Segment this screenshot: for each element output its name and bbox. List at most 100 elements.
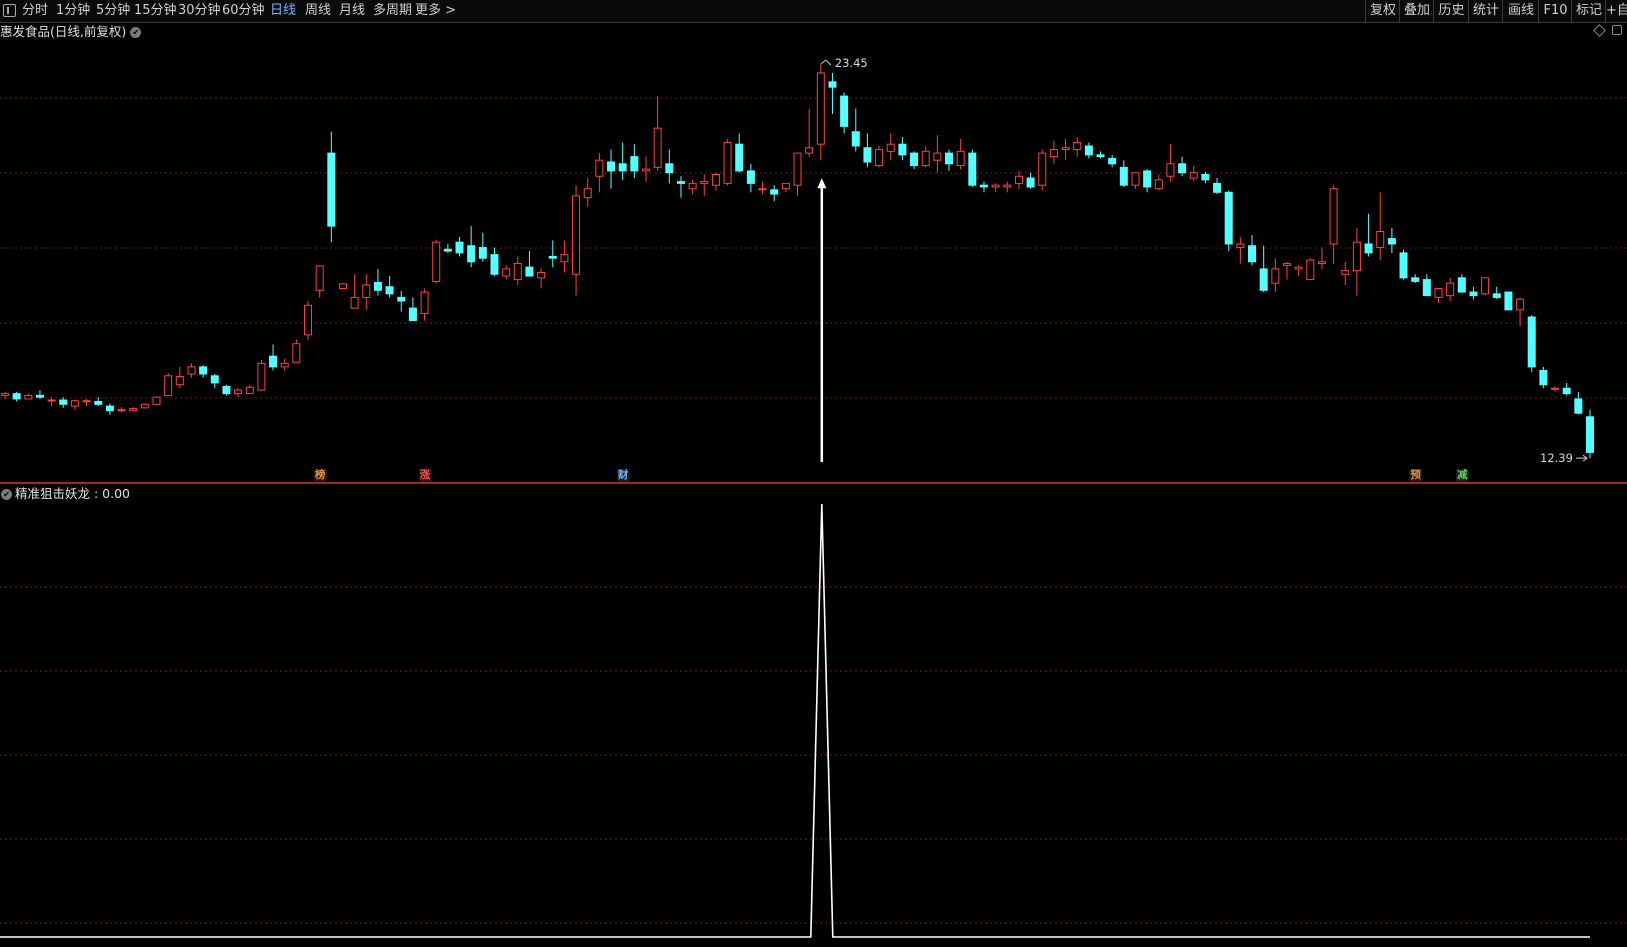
candle-body — [1504, 291, 1513, 311]
toolbar-button-7[interactable]: +自 — [1605, 0, 1627, 22]
candle — [420, 288, 429, 321]
candle-body — [1492, 293, 1501, 298]
toolbar-button-2[interactable]: 历史 — [1433, 0, 1469, 22]
toolbar-button-0[interactable]: 复权 — [1365, 0, 1400, 22]
candle — [1003, 181, 1012, 193]
diamond-icon[interactable] — [1593, 24, 1606, 37]
candle-body — [1387, 238, 1396, 245]
candle — [1481, 277, 1490, 296]
toolbar-button-5[interactable]: F10 — [1538, 0, 1572, 22]
candle — [187, 363, 196, 378]
event-tag-3[interactable]: 预 — [1409, 469, 1423, 482]
candle — [1108, 154, 1117, 168]
toolbar-button-6[interactable]: 标记 — [1571, 0, 1606, 22]
candle-body — [129, 408, 138, 412]
candle — [1061, 138, 1070, 161]
candle — [863, 133, 872, 168]
candle-body — [70, 400, 79, 407]
candle-body — [269, 355, 278, 368]
candle — [1271, 258, 1280, 293]
candle — [1049, 140, 1058, 164]
stock-title: 惠发食品(日线,前复权) ✔ — [0, 23, 142, 41]
toolbar-button-1[interactable]: 叠加 — [1399, 0, 1434, 22]
candle-body — [1516, 298, 1525, 311]
candle-body — [315, 265, 324, 291]
period-tab-0[interactable]: 分时 — [22, 0, 48, 22]
candle-body — [47, 399, 56, 402]
candle-body — [222, 385, 231, 395]
candle-body — [257, 362, 266, 391]
candle — [82, 398, 91, 407]
candle — [1143, 169, 1152, 193]
candle-body — [234, 389, 243, 395]
candle — [537, 268, 546, 289]
candle-body — [1341, 270, 1350, 275]
period-tab-5[interactable]: 60分钟 — [222, 0, 265, 22]
candle — [1201, 171, 1210, 184]
event-tag-0[interactable]: 榜 — [313, 469, 327, 482]
period-tab-3[interactable]: 15分钟 — [134, 0, 177, 22]
candle — [1306, 258, 1315, 281]
candle — [1434, 288, 1443, 303]
window-corner-icon[interactable] — [1612, 25, 1622, 35]
indicator-chart — [0, 503, 1627, 938]
candle-body — [1434, 288, 1443, 298]
candle — [723, 138, 732, 186]
candle-body — [746, 170, 755, 184]
candle-body — [1, 393, 9, 396]
candle — [94, 397, 103, 407]
candle — [1, 391, 9, 399]
candle-body — [175, 376, 184, 386]
candle — [921, 145, 930, 168]
candle-body — [467, 245, 476, 263]
candle — [1586, 409, 1594, 459]
candle — [327, 131, 336, 243]
candle — [152, 396, 161, 405]
candle-body — [1213, 182, 1222, 193]
indicator-dropdown-icon[interactable]: ✔ — [1, 489, 12, 500]
candle-body — [1014, 175, 1023, 184]
period-tab-10[interactable]: 更多 > — [415, 0, 456, 22]
event-tag-4[interactable]: 减 — [1455, 469, 1469, 482]
toolbar-button-4[interactable]: 画线 — [1502, 0, 1539, 22]
event-tag-1[interactable]: 涨 — [418, 469, 432, 482]
candle-body — [373, 281, 382, 291]
toolbar-button-3[interactable]: 统计 — [1468, 0, 1503, 22]
event-tag-2[interactable]: 财 — [616, 469, 630, 482]
candle-body — [420, 291, 429, 314]
candle — [292, 339, 301, 363]
candle — [805, 108, 814, 157]
candle — [1539, 366, 1548, 389]
settings-dropdown-icon[interactable]: ✔ — [130, 27, 142, 38]
candle — [618, 142, 627, 180]
candle-body — [828, 81, 837, 88]
candle — [1329, 185, 1338, 264]
candle-body — [991, 184, 1000, 188]
period-tab-2[interactable]: 5分钟 — [96, 0, 130, 22]
window-toggle-icon[interactable] — [3, 4, 16, 17]
candle-body — [723, 141, 732, 184]
period-tab-7[interactable]: 周线 — [305, 0, 331, 22]
period-tab-1[interactable]: 1分钟 — [56, 0, 90, 22]
candle-body — [793, 152, 802, 186]
candle — [432, 239, 441, 284]
candle — [548, 240, 557, 268]
candle-body — [875, 149, 884, 167]
candle-body — [781, 182, 790, 190]
candle-body — [1224, 191, 1233, 245]
candle — [1446, 277, 1455, 301]
arrow-head-icon — [817, 178, 827, 189]
candle-body — [968, 152, 977, 186]
candle — [1014, 170, 1023, 189]
period-tab-6[interactable]: 日线 — [270, 0, 296, 22]
low-marker-icon — [1576, 454, 1588, 462]
candle — [117, 407, 126, 413]
candle — [886, 133, 895, 161]
candle — [35, 390, 44, 399]
candle — [770, 185, 779, 202]
period-tab-4[interactable]: 30分钟 — [178, 0, 221, 22]
period-tab-8[interactable]: 月线 — [339, 0, 365, 22]
period-tab-9[interactable]: 多周期 — [373, 0, 412, 22]
candle — [1399, 249, 1408, 280]
candle — [397, 290, 406, 312]
